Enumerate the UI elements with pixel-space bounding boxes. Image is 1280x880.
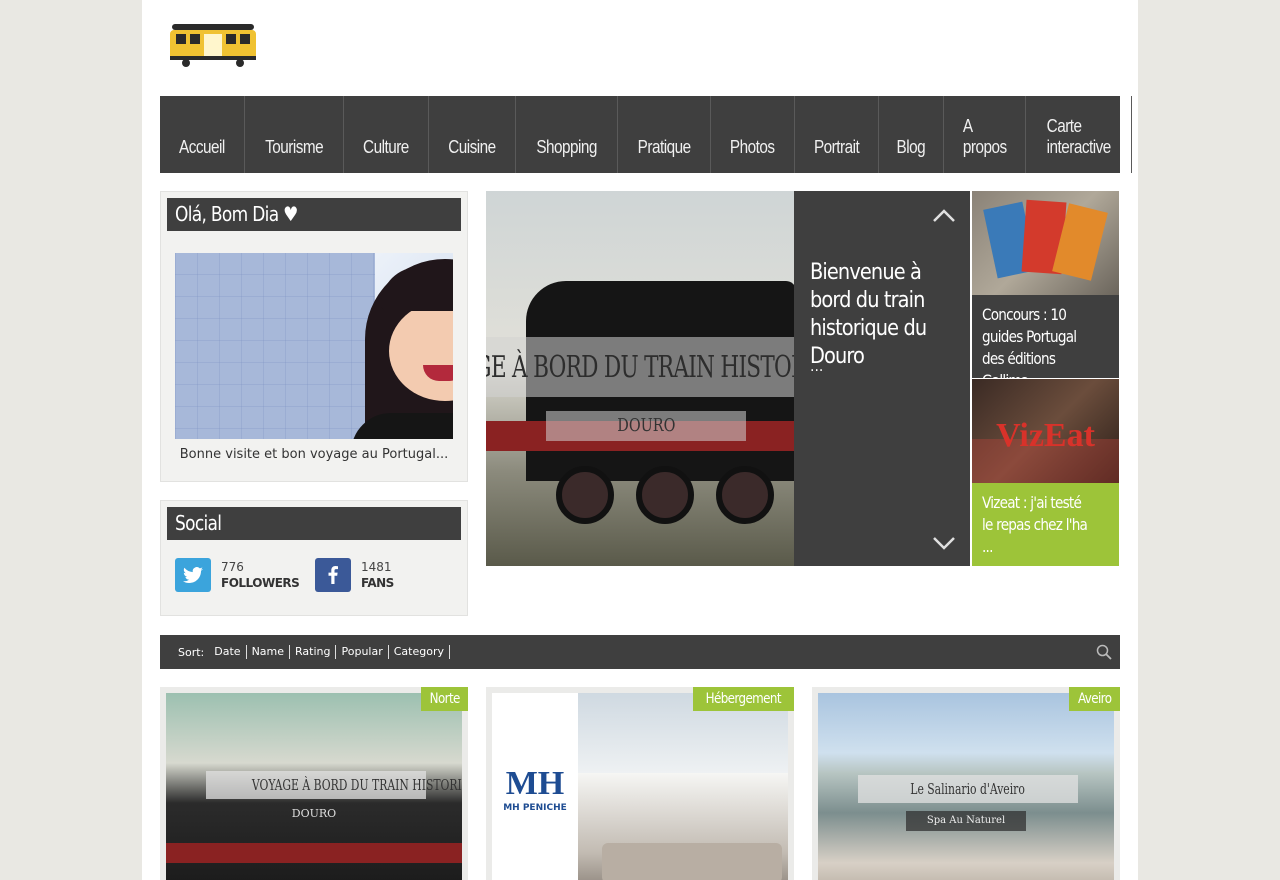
twitter-label: FOLLOWERS [221, 576, 300, 590]
hotel-logo: MH [505, 765, 565, 802]
category-tag[interactable]: Norte [420, 687, 468, 711]
slider-thumbnails: Concours : 10 guides Portugal des éditio… [972, 191, 1119, 566]
twitter-icon[interactable] [175, 558, 211, 592]
facebook-icon[interactable] [315, 558, 351, 592]
post-card-banner: VOYAGE À BORD DU TRAIN HISTORIQUE [206, 771, 462, 799]
nav-item-portrait[interactable]: Portrait [795, 96, 879, 173]
twitter-count: 776 [221, 560, 244, 574]
post-card[interactable]: VOYAGE À BORD DU TRAIN HISTORIQUE DOURO … [160, 687, 468, 880]
site-logo[interactable] [168, 20, 258, 68]
slide-image-banner: VOYAGE À BORD DU TRAIN HISTORIQUE [486, 337, 794, 397]
search-icon[interactable] [1096, 644, 1112, 660]
bio-caption: Bonne visite et bon voyage au Portugal..… [179, 447, 449, 462]
nav-item-culture[interactable]: Culture [344, 96, 429, 173]
thumb-item[interactable]: Concours : 10 guides Portugal des éditio… [972, 191, 1119, 390]
nav-item-blog[interactable]: Blog [879, 96, 944, 173]
nav-item-accueil[interactable]: Accueil [160, 96, 245, 173]
nav-item-photos[interactable]: Photos [711, 96, 795, 173]
chevron-up-icon[interactable] [932, 203, 956, 227]
post-card-image[interactable]: MH MH PENICHE [492, 693, 788, 880]
facebook-fans[interactable]: 1481 FANS [315, 558, 455, 592]
slide-image-sub: DOURO [546, 411, 746, 441]
main-nav: Accueil Tourisme Culture Cuisine Shoppin… [160, 96, 1133, 173]
post-card-image[interactable]: Le Salinario d'Aveiro Spa Au Naturel [818, 693, 1114, 880]
post-card[interactable]: MH MH PENICHE Hébergement [486, 687, 794, 880]
featured-slider: VOYAGE À BORD DU TRAIN HISTORIQUE DOURO … [486, 191, 970, 566]
chevron-down-icon[interactable] [932, 532, 956, 556]
sort-bar: Sort: Date Name Rating Popular Category [160, 635, 1120, 669]
slide-title[interactable]: Bienvenue à bord du train historique du … [810, 259, 960, 371]
slide-excerpt: ... [810, 359, 824, 375]
post-card-sub: Spa Au Naturel [906, 811, 1026, 831]
sort-divider [448, 645, 450, 659]
nav-item-shopping[interactable]: Shopping [516, 96, 619, 173]
thumb-image[interactable]: VizEat [972, 379, 1119, 483]
sort-date[interactable]: Date [209, 645, 245, 659]
nav-item-cuisine[interactable]: Cuisine [429, 96, 516, 173]
nav-item-tourisme[interactable]: Tourisme [245, 96, 345, 173]
social-widget-title: Social [167, 507, 461, 540]
nav-item-pratique[interactable]: Pratique [618, 96, 712, 173]
post-card-sub: DOURO [291, 807, 337, 820]
nav-item-a-propos[interactable]: A propos [944, 96, 1027, 173]
social-widget: Social 776 FOLLOWERS 1481 FANS [160, 500, 468, 616]
twitter-followers[interactable]: 776 FOLLOWERS [175, 558, 315, 592]
post-card-image[interactable]: VOYAGE À BORD DU TRAIN HISTORIQUE DOURO [166, 693, 462, 880]
author-photo[interactable] [175, 253, 453, 439]
sort-rating[interactable]: Rating [289, 645, 335, 659]
facebook-count: 1481 [361, 560, 392, 574]
category-tag[interactable]: Hébergement [693, 687, 794, 711]
sort-label: Sort: [178, 645, 205, 659]
thumb-image[interactable] [972, 191, 1119, 295]
sort-category[interactable]: Category [387, 645, 449, 659]
slide-image[interactable]: VOYAGE À BORD DU TRAIN HISTORIQUE DOURO [486, 191, 794, 566]
hotel-logo-sub: MH PENICHE [503, 803, 567, 813]
thumb-title: Vizeat : j'ai testé le repas chez l'ha .… [982, 493, 1088, 556]
sort-name[interactable]: Name [245, 645, 289, 659]
facebook-label: FANS [361, 576, 394, 590]
thumb-item-active[interactable]: VizEat Vizeat : j'ai testé le repas chez… [972, 379, 1119, 566]
bio-widget-title: Olá, Bom Dia ♥ [167, 198, 461, 231]
sort-popular[interactable]: Popular [335, 645, 387, 659]
bio-widget: Olá, Bom Dia ♥ Bonne visite et bon voyag… [160, 191, 468, 482]
post-card-banner: Le Salinario d'Aveiro [858, 775, 1078, 803]
category-tag[interactable]: Aveiro [1068, 687, 1120, 711]
post-card[interactable]: Le Salinario d'Aveiro Spa Au Naturel Ave… [812, 687, 1120, 880]
nav-item-carte-interactive[interactable]: Carte interactive [1026, 96, 1133, 173]
